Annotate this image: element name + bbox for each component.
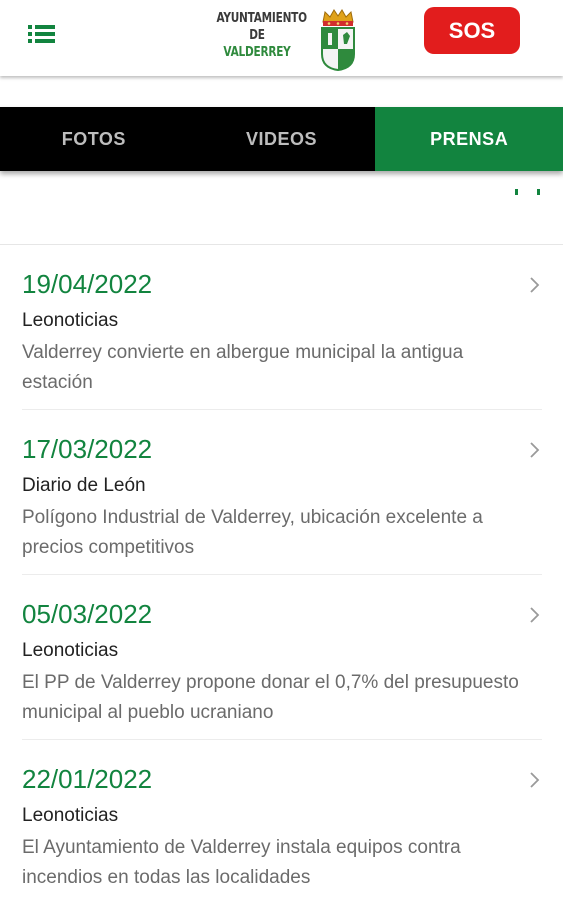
news-date: 22/01/2022 xyxy=(22,764,153,794)
news-title: Valderrey convierte en albergue municipa… xyxy=(22,342,464,393)
app-header: AYUNTAMIENTO DE VALDERREY SOS xyxy=(0,0,563,76)
menu-button[interactable] xyxy=(22,20,62,48)
media-tab-bar: FOTOS VIDEOS PRENSA xyxy=(0,107,563,171)
news-source: Leonoticias xyxy=(22,805,119,826)
news-title: Polígono Industrial de Valderrey, ubicac… xyxy=(22,507,483,558)
coat-of-arms-icon xyxy=(321,9,355,72)
tab-fotos[interactable]: FOTOS xyxy=(0,107,188,171)
logo-line-2: DE xyxy=(249,27,265,43)
news-title: El Ayuntamiento de Valderrey instala equ… xyxy=(22,837,461,888)
tab-videos[interactable]: VIDEOS xyxy=(188,107,376,171)
news-source: Leonoticias xyxy=(22,310,119,331)
chevron-right-icon xyxy=(530,442,540,458)
hamburger-icon xyxy=(28,25,55,43)
press-news-list: 19/04/2022 Leonoticias Valderrey convier… xyxy=(0,245,563,904)
news-item[interactable]: 22/01/2022 Leonoticias El Ayuntamiento d… xyxy=(22,740,542,904)
news-title: El PP de Valderrey propone donar el 0,7%… xyxy=(22,672,519,723)
chevron-right-icon xyxy=(530,607,540,623)
news-source: Leonoticias xyxy=(22,640,119,661)
town-logo: AYUNTAMIENTO DE VALDERREY xyxy=(205,6,365,72)
news-item[interactable]: 17/03/2022 Diario de León Polígono Indus… xyxy=(22,410,542,575)
logo-line-1: AYUNTAMIENTO xyxy=(216,10,307,26)
tab-prensa[interactable]: PRENSA xyxy=(375,107,563,171)
news-source: Diario de León xyxy=(22,475,146,496)
sos-button[interactable]: SOS xyxy=(424,7,520,54)
chevron-right-icon xyxy=(530,277,540,293)
news-date: 17/03/2022 xyxy=(22,434,153,464)
news-date: 19/04/2022 xyxy=(22,269,153,299)
logo-line-3: VALDERREY xyxy=(223,44,291,60)
loading-indicator-icon xyxy=(515,189,540,195)
news-item[interactable]: 05/03/2022 Leonoticias El PP de Valderre… xyxy=(22,575,542,740)
logo-text: AYUNTAMIENTO DE VALDERREY xyxy=(216,10,307,61)
news-item[interactable]: 19/04/2022 Leonoticias Valderrey convier… xyxy=(22,245,542,410)
chevron-right-icon xyxy=(530,772,540,788)
news-date: 05/03/2022 xyxy=(22,599,153,629)
